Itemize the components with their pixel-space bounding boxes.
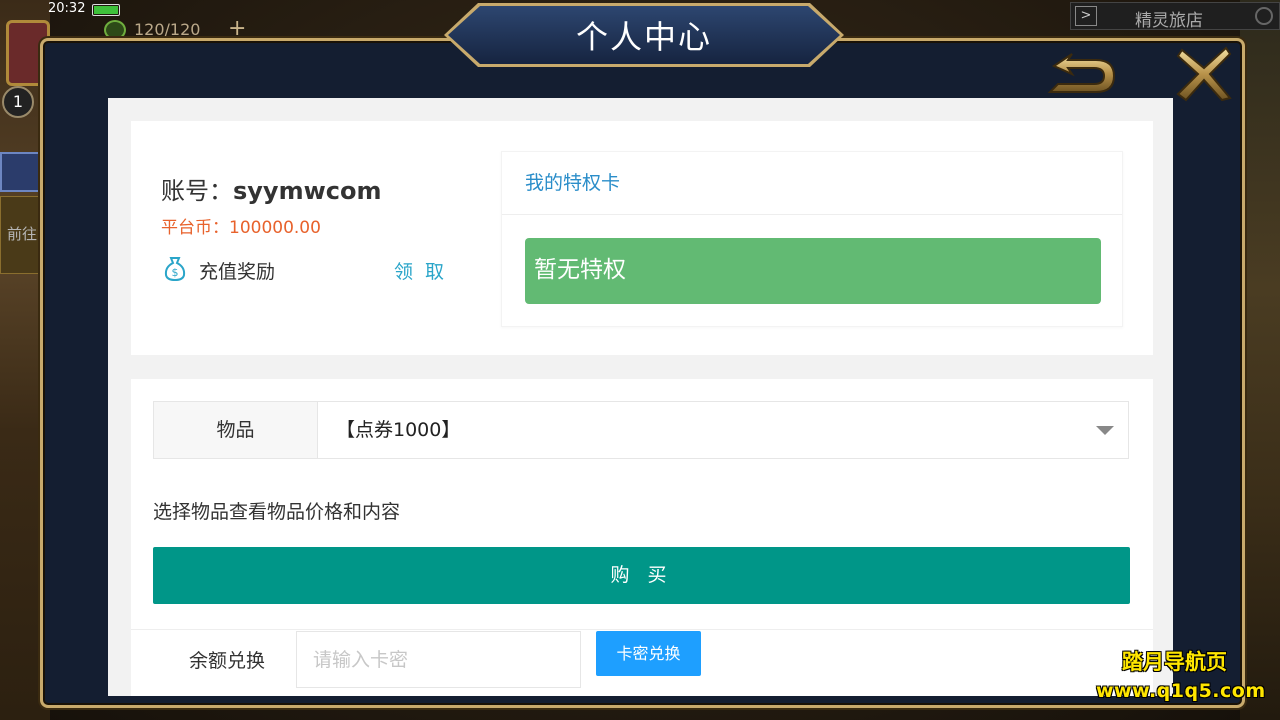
recharge-reward-label: 充值奖励 — [199, 261, 276, 283]
item-select[interactable]: 【点券1000】 — [318, 402, 1128, 458]
shop-card: 物品 【点券1000】 选择物品查看物品价格和内容 购 买 余额兑换 卡密兑换 — [131, 379, 1153, 696]
card-key-input[interactable] — [296, 631, 581, 688]
level-badge: 1 — [2, 86, 34, 118]
back-arrow-icon — [1047, 53, 1116, 93]
account-line: 账号：syymwcom — [161, 171, 381, 206]
chevron-down-icon[interactable] — [1096, 426, 1114, 435]
back-button[interactable] — [1044, 50, 1120, 100]
item-selector-row: 物品 【点券1000】 — [153, 401, 1129, 459]
dialog-content: 账号：syymwcom 平台币：100000.00 $ 充值奖励 领 取 我的特… — [108, 98, 1173, 696]
goto-button[interactable]: 前往 — [0, 196, 44, 274]
money-bag-icon: $ — [163, 256, 187, 282]
watermark-title: 踏月导航页 — [1122, 650, 1227, 674]
privilege-card-panel: 我的特权卡 暂无特权 — [501, 151, 1123, 327]
claim-reward-button[interactable]: 领 取 — [394, 257, 447, 284]
no-privilege-notice: 暂无特权 — [525, 238, 1101, 304]
leaf-icon — [104, 20, 126, 40]
item-hint: 选择物品查看物品价格和内容 — [153, 501, 401, 523]
location-title: 精灵旅店 — [1135, 11, 1203, 31]
buy-button[interactable]: 购 买 — [153, 547, 1130, 604]
search-icon[interactable] — [1255, 7, 1273, 25]
platform-coin-line: 平台币：100000.00 — [161, 213, 321, 238]
stamina-value: 120/120 — [134, 20, 201, 39]
watermark-url: www.q1q5.com — [1096, 680, 1266, 702]
item-label: 物品 — [154, 402, 318, 458]
account-card: 账号：syymwcom 平台币：100000.00 $ 充值奖励 领 取 我的特… — [131, 121, 1153, 355]
battery-icon — [92, 4, 120, 16]
svg-text:$: $ — [172, 266, 179, 279]
account-label: 账号： — [161, 177, 233, 205]
close-button[interactable] — [1176, 46, 1232, 102]
dialog-title: 个人中心 — [575, 18, 712, 56]
quest-icon[interactable] — [0, 152, 44, 192]
redeem-label: 余额兑换 — [189, 650, 266, 672]
redeem-card-key-button[interactable]: 卡密兑换 — [596, 631, 701, 676]
redeem-row: 余额兑换 卡密兑换 — [131, 629, 1153, 696]
privilege-card-tab[interactable]: 我的特权卡 — [502, 152, 1122, 215]
coin-value: 100000.00 — [229, 218, 321, 238]
game-background-right — [1240, 0, 1280, 720]
clock: 20:32 — [48, 1, 86, 16]
recharge-reward-row: $ 充值奖励 领 取 — [161, 255, 451, 283]
coin-label: 平台币： — [161, 218, 229, 238]
account-username: syymwcom — [233, 177, 382, 205]
site-watermark: 踏月导航页 www.q1q5.com — [1096, 644, 1276, 704]
location-bar: > 精灵旅店 — [1070, 2, 1280, 31]
system-status-bar: 20:32 — [0, 0, 260, 20]
expand-arrow-icon[interactable]: > — [1075, 6, 1097, 26]
close-x-icon — [1176, 46, 1232, 102]
